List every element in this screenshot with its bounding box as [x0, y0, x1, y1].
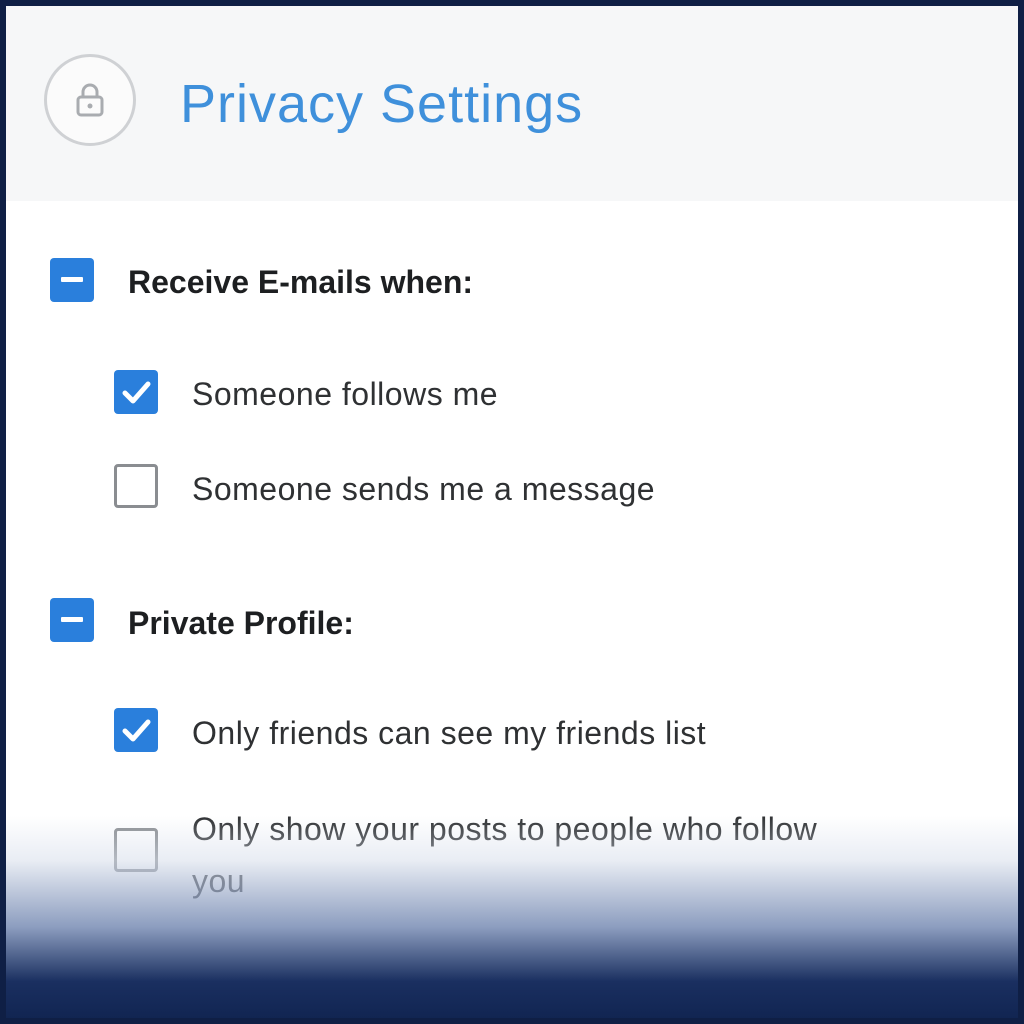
receive-emails-group-checkbox[interactable]	[50, 258, 94, 302]
friends-list-visibility-checkbox[interactable]	[114, 708, 158, 752]
panel-header: Privacy Settings	[6, 6, 1018, 201]
receive-emails-group-label: Receive E-mails when:	[128, 264, 474, 300]
private-profile-group-label: Private Profile:	[128, 605, 354, 641]
privacy-settings-panel: Privacy Settings Receive E-mails when: S…	[0, 0, 1024, 1024]
someone-sends-message-label: Someone sends me a message	[192, 471, 656, 507]
someone-follows-me-checkbox[interactable]	[114, 370, 158, 414]
lock-icon	[44, 54, 136, 146]
posts-followers-only-label: Only show your posts to people who follo…	[192, 811, 818, 899]
private-profile-group-checkbox[interactable]	[50, 598, 94, 642]
friends-list-visibility-label: Only friends can see my friends list	[192, 715, 707, 751]
posts-followers-only-checkbox[interactable]	[114, 828, 158, 872]
someone-sends-message-checkbox[interactable]	[114, 464, 158, 508]
someone-follows-me-label: Someone follows me	[192, 376, 499, 412]
page-title: Privacy Settings	[180, 74, 584, 134]
